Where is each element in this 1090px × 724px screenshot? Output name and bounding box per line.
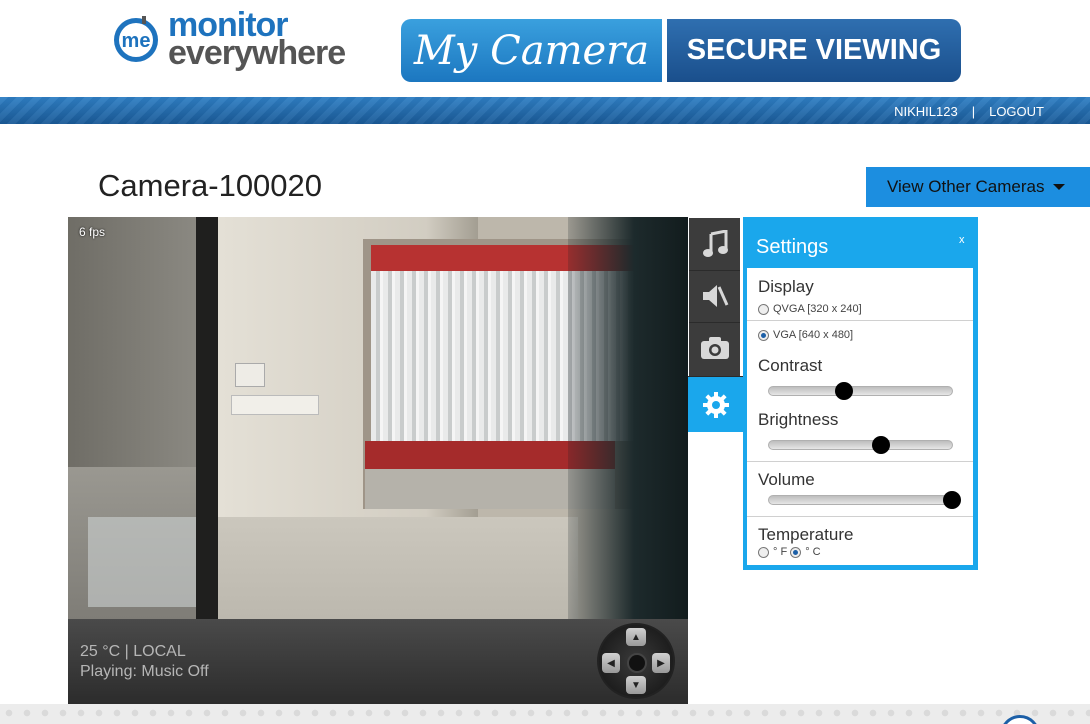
pan-up-icon[interactable]: ▲: [626, 628, 646, 646]
brightness-slider-knob[interactable]: [871, 436, 890, 454]
settings-title: Settings: [756, 236, 829, 258]
username-link[interactable]: NIKHIL123: [894, 104, 958, 119]
temperature-status: 25 °C | LOCAL: [80, 643, 186, 660]
pan-left-icon[interactable]: ◀: [602, 653, 620, 673]
settings-body: Display QVGA [320 x 240] VGA [640 x 480]…: [747, 268, 973, 565]
fahrenheit-label: ° F: [773, 546, 788, 558]
brand-logo[interactable]: me monitor everywhere: [108, 6, 388, 76]
brightness-slider[interactable]: [768, 436, 953, 454]
celsius-label: ° C: [805, 546, 821, 558]
camera-title: Camera-100020: [98, 168, 323, 203]
view-other-cameras-button[interactable]: View Other Cameras: [866, 167, 1090, 207]
display-option-vga[interactable]: VGA [640 x 480]: [758, 329, 853, 341]
contrast-label: Contrast: [758, 356, 823, 375]
celsius-radio[interactable]: [790, 546, 802, 558]
fahrenheit-radio[interactable]: [758, 546, 769, 558]
footer-pattern: [0, 704, 1090, 724]
audio-mute-button[interactable]: [689, 270, 740, 321]
contrast-slider-knob[interactable]: [835, 382, 854, 400]
snapshot-button[interactable]: [689, 322, 740, 373]
music-status: Playing: Music Off: [80, 663, 209, 680]
logout-link[interactable]: LOGOUT: [989, 104, 1044, 119]
speaker-mute-icon: [702, 285, 728, 307]
settings-panel: Settings x Display QVGA [320 x 240] VGA …: [743, 217, 978, 570]
camera-icon: [700, 337, 729, 359]
contrast-slider[interactable]: [768, 382, 953, 400]
qvga-radio[interactable]: [758, 303, 769, 315]
gear-icon: [702, 391, 729, 418]
chevron-down-icon: [1053, 184, 1066, 190]
qvga-label: QVGA [320 x 240]: [773, 303, 862, 315]
pan-right-icon[interactable]: ▶: [652, 653, 670, 673]
camera-video-feed[interactable]: [68, 217, 688, 619]
user-links: NIKHIL123 | LOGOUT: [894, 104, 1044, 119]
temperature-unit-options: ° F ° C: [758, 546, 821, 558]
svg-text:me: me: [122, 30, 151, 52]
vga-label: VGA [640 x 480]: [773, 329, 854, 341]
settings-button[interactable]: [688, 376, 743, 432]
user-links-separator: |: [971, 104, 976, 119]
music-button[interactable]: [689, 218, 740, 269]
pan-down-icon[interactable]: ▼: [626, 676, 646, 694]
volume-slider-knob[interactable]: [943, 491, 961, 509]
my-camera-banner: My Camera: [401, 19, 662, 82]
camera-toolbar: [688, 218, 743, 432]
pan-tilt-control: ▲ ▼ ◀ ▶: [597, 623, 675, 699]
brightness-label: Brightness: [758, 410, 839, 429]
volume-slider[interactable]: [768, 491, 961, 509]
music-note-icon: [702, 229, 728, 257]
logo-text-everywhere: everywhere: [168, 34, 346, 72]
me-badge-icon: me: [114, 16, 158, 62]
pan-center-button[interactable]: [627, 653, 647, 673]
display-option-qvga[interactable]: QVGA [320 x 240]: [758, 303, 862, 315]
view-other-cameras-label: View Other Cameras: [887, 177, 1045, 196]
video-control-bar: [68, 619, 688, 704]
vga-radio[interactable]: [758, 329, 769, 341]
volume-label: Volume: [758, 470, 815, 489]
close-icon[interactable]: x: [959, 234, 965, 246]
fps-indicator: 6 fps: [79, 225, 106, 239]
display-label: Display: [758, 277, 814, 296]
secure-viewing-banner: SECURE VIEWING: [667, 19, 961, 82]
temperature-label: Temperature: [758, 525, 854, 544]
